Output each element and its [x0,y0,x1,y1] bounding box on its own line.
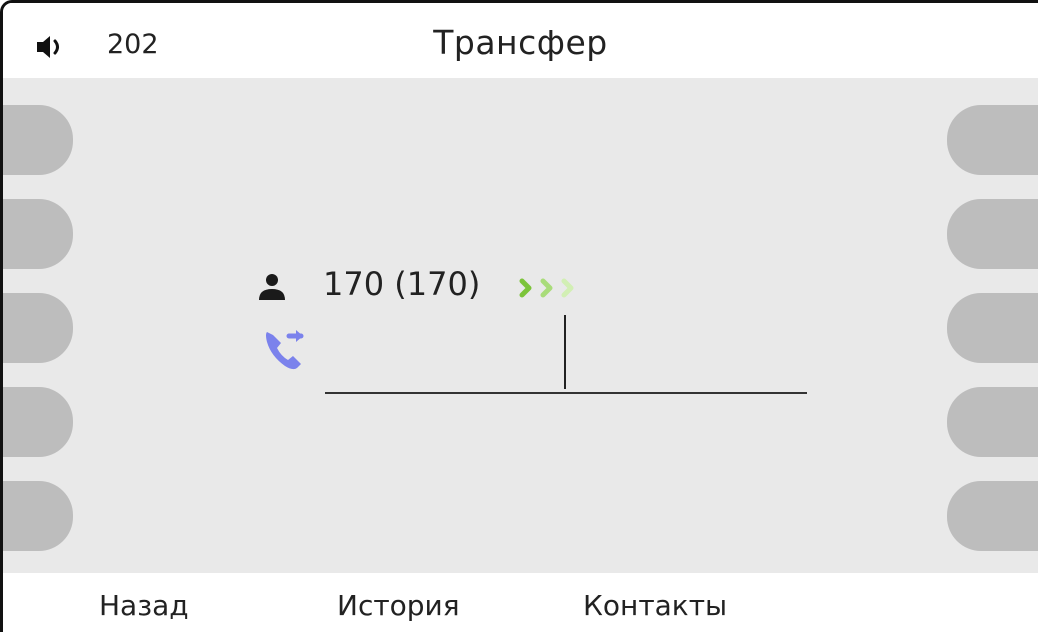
contacts-softkey[interactable]: Контакты [583,589,727,622]
call-area: 170 (170) [3,78,1038,573]
left-side-key-2[interactable] [3,199,73,269]
transfer-number-input[interactable] [325,312,807,394]
progress-chevrons-icon [519,278,574,298]
phone-screen: 202 Трансфер 170 (170) Назад История Кон… [0,0,1038,632]
text-cursor [564,315,566,389]
page-title: Трансфер [433,23,608,62]
left-side-key-5[interactable] [3,481,73,551]
history-softkey[interactable]: История [337,589,460,622]
call-transfer-icon [266,330,304,370]
right-side-key-5[interactable] [947,481,1038,551]
right-side-key-2[interactable] [947,199,1038,269]
right-side-key-4[interactable] [947,387,1038,457]
left-side-key-3[interactable] [3,293,73,363]
person-icon [259,274,285,300]
right-side-key-3[interactable] [947,293,1038,363]
status-header: 202 Трансфер [3,3,1038,78]
contact-label: 170 (170) [323,265,481,303]
softkey-bar: Назад История Контакты [3,573,1038,632]
left-side-key-4[interactable] [3,387,73,457]
right-side-key-1[interactable] [947,105,1038,175]
back-softkey[interactable]: Назад [99,589,189,622]
left-side-key-1[interactable] [3,105,73,175]
